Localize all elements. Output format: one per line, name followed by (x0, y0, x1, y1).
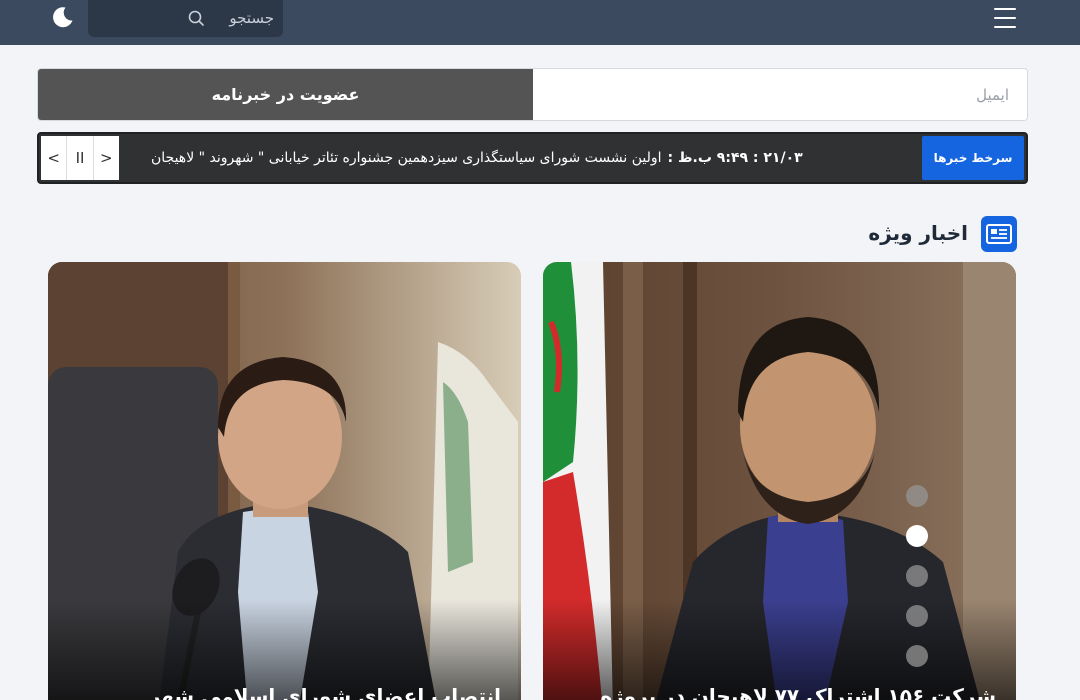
slider-dot[interactable] (906, 565, 928, 587)
featured-card-title[interactable]: شرکت ۱۵۶ اشتراک ۷۷ لاهیجان در پروژه (556, 686, 996, 700)
slider-dot[interactable] (906, 605, 928, 627)
ticker-prev-button[interactable]: > (94, 136, 119, 180)
menu-icon[interactable] (994, 8, 1018, 28)
ticker-pause-button[interactable]: II (67, 136, 94, 180)
newspaper-icon (981, 216, 1017, 252)
ticker-headline: اولین نشست شورای سیاستگذاری سیزدهمین جشن… (151, 150, 662, 166)
slider-dot[interactable] (906, 645, 928, 667)
slider-dot[interactable] (906, 485, 928, 507)
ticker-controls: < II > (41, 136, 119, 180)
featured-photo (543, 262, 1016, 700)
ticker-headline-link[interactable]: ۲۱/۰۳ : ۹:۴۹ ب.ظ : اولین نشست شورای سیاس… (151, 134, 911, 182)
search-box (88, 0, 283, 37)
featured-card[interactable]: شرکت ۱۵۶ اشتراک ۷۷ لاهیجان در پروژه (543, 262, 1016, 700)
search-icon[interactable] (187, 9, 205, 27)
ticker-next-button[interactable]: < (41, 136, 68, 180)
top-navbar (0, 0, 1080, 45)
section-title: اخبار ویژه (868, 221, 968, 245)
subscribe-button[interactable]: عضویت در خبرنامه (38, 69, 533, 120)
ticker-time: ۲۱/۰۳ : ۹:۴۹ ب.ظ : (667, 150, 803, 166)
newsletter-form: عضویت در خبرنامه (37, 68, 1028, 121)
ticker-label: سرخط خبرها (922, 136, 1024, 180)
slider-dot-active[interactable] (906, 525, 928, 547)
featured-card-title[interactable]: انتصاب اعضای شورای اسلامی شهر (61, 686, 501, 700)
news-ticker: سرخط خبرها ۲۱/۰۳ : ۹:۴۹ ب.ظ : اولین نشست… (37, 132, 1028, 184)
slider-pagination (906, 485, 929, 669)
featured-photo (48, 262, 521, 700)
moon-icon[interactable] (51, 5, 75, 29)
email-field[interactable] (533, 69, 1027, 120)
featured-card[interactable]: انتصاب اعضای شورای اسلامی شهر (48, 262, 521, 700)
